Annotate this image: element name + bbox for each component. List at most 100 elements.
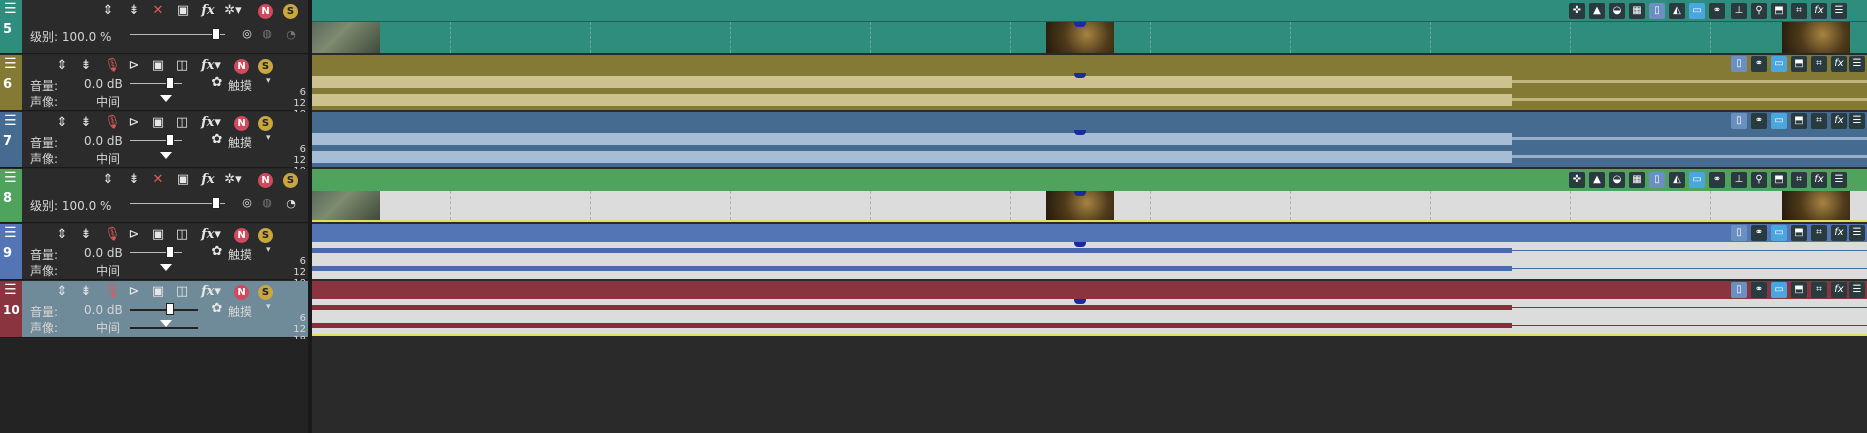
fx-icon[interactable]: fx <box>1811 172 1827 188</box>
volume-slider[interactable] <box>130 140 182 141</box>
take-icon[interactable]: ▭ <box>1771 56 1787 72</box>
empty-timeline-area[interactable] <box>312 339 1867 433</box>
track-menu-icon[interactable]: ☰ <box>4 171 17 185</box>
automation-mode[interactable]: 触摸 <box>228 77 252 94</box>
matte-icon[interactable]: ▦ <box>1629 172 1645 188</box>
s-badge-icon[interactable]: S <box>283 4 298 19</box>
compositing-up-icon[interactable]: ⇕ <box>100 4 116 18</box>
record-icon[interactable]: ⊳ <box>126 285 142 299</box>
volume-slider-thumb[interactable] <box>166 246 174 258</box>
pan-slider-thumb[interactable] <box>160 152 172 159</box>
automation-icon[interactable]: ✿ <box>210 302 224 316</box>
pan-slider-thumb[interactable] <box>160 95 172 102</box>
gear-icon[interactable]: ✲▾ <box>222 4 244 18</box>
matte-icon[interactable]: ▦ <box>1629 3 1645 19</box>
timeline-track-9[interactable]: ▯ ⚭ ▭ ⬒ ⌗ fx ☰ <box>312 224 1867 280</box>
crop-icon[interactable]: ⌗ <box>1811 282 1827 298</box>
fx-icon[interactable]: fx <box>1831 56 1847 72</box>
pan-slider-thumb[interactable] <box>160 264 172 271</box>
track-menu-icon[interactable]: ☰ <box>4 2 17 16</box>
event-header[interactable]: ▯ ⚭ ▭ ⬒ ⌗ fx ☰ <box>312 281 1867 299</box>
compositing-down-icon[interactable]: ⇟ <box>78 228 94 242</box>
loop-icon[interactable]: ⚭ <box>1751 56 1767 72</box>
record-icon[interactable]: ⊳ <box>126 228 142 242</box>
menu-icon[interactable]: ☰ <box>1849 113 1865 129</box>
compositor-icon[interactable]: ◒ <box>1609 172 1625 188</box>
fx-icon[interactable]: fx▾ <box>200 228 222 242</box>
timeline-track-8[interactable]: ✜ ▲ ◒ ▦ ▯ ◭ ▭ ⚭ ⊥ ⚲ ⬒ ⌗ fx ☰ <box>312 169 1867 223</box>
mute-icon[interactable]: ✕ <box>150 4 166 18</box>
timeline-track-6[interactable]: ▯ ⚭ ▭ ⬒ ⌗ fx ☰ <box>312 55 1867 111</box>
volume-slider[interactable] <box>130 309 198 311</box>
event-header[interactable]: ✜ ▲ ◒ ▦ ▯ ◭ ▭ ⚭ ⊥ ⚲ ⬒ ⌗ fx ☰ <box>312 0 1867 22</box>
lock-icon[interactable]: ▯ <box>1731 282 1747 298</box>
volume-slider-thumb[interactable] <box>166 303 174 315</box>
timeline-track-10[interactable]: ▯ ⚭ ▭ ⬒ ⌗ fx ☰ <box>312 281 1867 338</box>
automation-mode[interactable]: 触摸 <box>228 246 252 263</box>
automation-icon[interactable]: ✿ <box>210 76 224 90</box>
fx-icon[interactable]: fx▾ <box>200 59 222 73</box>
timeline-track-5[interactable]: ✜ ▲ ◒ ▦ ▯ ◭ ▭ ⚭ ⊥ ⚲ ⬒ ⌗ fx ☰ <box>312 0 1867 54</box>
event-header[interactable]: ✜ ▲ ◒ ▦ ▯ ◭ ▭ ⚭ ⊥ ⚲ ⬒ ⌗ fx ☰ <box>312 169 1867 191</box>
crop-icon[interactable]: ⌗ <box>1811 113 1827 129</box>
take-icon[interactable]: ▭ <box>1771 113 1787 129</box>
event-pan-crop-icon[interactable]: ✜ <box>1569 3 1585 19</box>
automation-mode[interactable]: 触摸 <box>228 134 252 151</box>
no-icon[interactable]: N <box>258 4 273 19</box>
compositing-down-icon[interactable]: ⇟ <box>126 4 142 18</box>
solo-icon[interactable]: ▣ <box>175 173 191 187</box>
event-header[interactable]: ▯ ⚭ ▭ ⬒ ⌗ fx ☰ <box>312 224 1867 242</box>
compositing-mode-icon[interactable]: ◎ <box>240 196 254 210</box>
solo-icon[interactable]: ▣ <box>150 59 166 73</box>
no-icon[interactable]: N <box>234 59 249 74</box>
s-badge-icon[interactable]: S <box>258 285 273 300</box>
fx-icon[interactable]: fx <box>200 4 216 18</box>
compositing-up-icon[interactable]: ⇕ <box>54 116 70 130</box>
timeline-track-7[interactable]: ▯ ⚭ ▭ ⬒ ⌗ fx ☰ <box>312 112 1867 168</box>
crop-icon[interactable]: ⌗ <box>1791 3 1807 19</box>
automation-icon[interactable]: ✿ <box>210 245 224 259</box>
chroma-icon[interactable]: ▯ <box>1649 172 1665 188</box>
normalize-icon[interactable]: ⬒ <box>1791 56 1807 72</box>
volume-slider-thumb[interactable] <box>166 134 174 146</box>
compositing-up-icon[interactable]: ⇕ <box>54 228 70 242</box>
chevron-down-icon[interactable]: ▾ <box>266 76 271 86</box>
track-header-5[interactable]: ☰ 5 ⇕ ⇟ ✕ ▣ fx ✲▾ N S 级别: 100.0 % ◎ ◍ ◔ <box>0 0 308 54</box>
compositing-down-icon[interactable]: ⇟ <box>78 59 94 73</box>
timeline-area[interactable]: ✜ ▲ ◒ ▦ ▯ ◭ ▭ ⚭ ⊥ ⚲ ⬒ ⌗ fx ☰ ▯ ⚭ ▭ ⬒ ⌗ f… <box>312 0 1867 433</box>
lock-icon[interactable]: ▯ <box>1731 225 1747 241</box>
lock-icon[interactable]: ◫ <box>174 116 190 130</box>
loop-icon[interactable]: ⬒ <box>1771 3 1787 19</box>
event-body[interactable] <box>312 22 1867 53</box>
mic-icon[interactable]: 🎙 <box>104 285 121 299</box>
crop-icon[interactable]: ⌗ <box>1811 225 1827 241</box>
normalize-icon[interactable]: ⬒ <box>1791 225 1807 241</box>
track-header-7[interactable]: ☰ 7 ⇕ ⇟ 🎙 ⊳ ▣ ◫ fx▾ N S 音量: 0.0 dB ✿ 触摸 … <box>0 112 308 177</box>
fx-icon[interactable]: fx▾ <box>200 285 222 299</box>
track-header-9[interactable]: ☰ 9 ⇕ ⇟ 🎙 ⊳ ▣ ◫ fx▾ N S 音量: 0.0 dB ✿ 触摸 … <box>0 224 308 289</box>
track-header-8[interactable]: ☰ 8 ⇕ ⇟ ✕ ▣ fx ✲▾ N S 级别: 100.0 % ◎ ◍ ◔ <box>0 169 308 223</box>
level-slider-thumb[interactable] <box>212 28 220 40</box>
no-icon[interactable]: N <box>234 285 249 300</box>
take-icon[interactable]: ▭ <box>1771 225 1787 241</box>
crop-icon[interactable]: ⌗ <box>1811 56 1827 72</box>
track-menu-icon[interactable]: ☰ <box>4 114 17 128</box>
normalize-icon[interactable]: ⊥ <box>1731 172 1747 188</box>
automation-mode[interactable]: 触摸 <box>228 303 252 320</box>
normalize-icon[interactable]: ⬒ <box>1791 282 1807 298</box>
event-fx-icon[interactable]: ▭ <box>1689 3 1705 19</box>
mic-icon[interactable]: 🎙 <box>104 116 121 130</box>
track-menu-icon[interactable]: ☰ <box>4 283 17 297</box>
pan-slider-thumb[interactable] <box>160 320 172 327</box>
fade-marker[interactable] <box>1074 299 1086 304</box>
fade-marker[interactable] <box>1074 130 1086 135</box>
take-icon[interactable]: ▭ <box>1771 282 1787 298</box>
level-slider-thumb[interactable] <box>212 197 220 209</box>
compositing-down-icon[interactable]: ⇟ <box>126 173 142 187</box>
solo-icon[interactable]: ▣ <box>150 116 166 130</box>
mic-icon[interactable]: 🎙 <box>104 228 121 242</box>
volume-slider[interactable] <box>130 83 182 84</box>
menu-icon[interactable]: ☰ <box>1849 225 1865 241</box>
chevron-down-icon[interactable]: ▾ <box>266 302 271 312</box>
lock-icon[interactable]: ◫ <box>174 285 190 299</box>
